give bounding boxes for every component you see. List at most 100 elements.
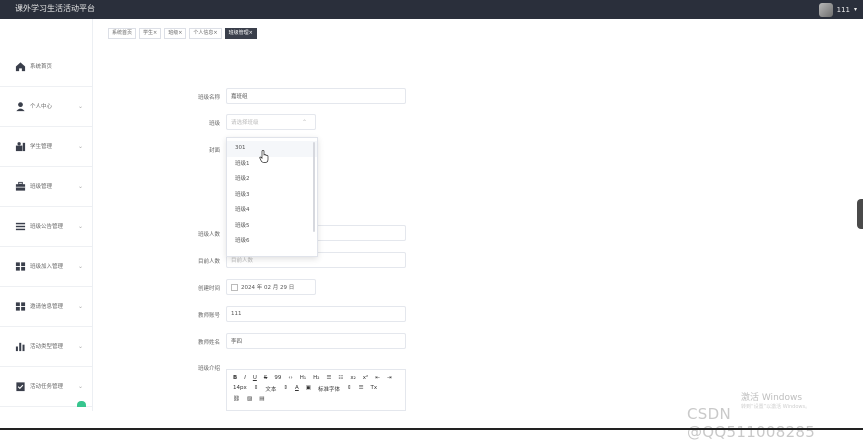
intro-editor[interactable]: B I U S 99 ‹› H₁ H₂ ☰ ☷ x₂ x² ⇤ ⇥ 14px ⇕… bbox=[226, 369, 406, 411]
sidebar-item-class-join[interactable]: 班级加入管理 ⌄ bbox=[0, 246, 92, 287]
top-bar: 课外学习生活活动平台 111 ▾ bbox=[0, 0, 863, 19]
editor-toolbar-row-2: 14px ⇕ 文本 ⇕ A ▣ 标准字体 ⇕ ☰ Tx bbox=[233, 385, 377, 393]
font-size-select[interactable]: 14px bbox=[233, 385, 247, 393]
sidebar: 系统首页 个人中心 ⌄ 学生管理 ⌄ 班级管理 ⌄ 班级公告管理 ⌄ 班级加入管… bbox=[0, 19, 93, 411]
outdent-button[interactable]: ⇤ bbox=[375, 375, 380, 381]
bullet-list-button[interactable]: ☷ bbox=[338, 375, 343, 381]
h1-button[interactable]: H₁ bbox=[300, 375, 306, 381]
tab-class-management[interactable]: 班级管理× bbox=[224, 28, 257, 39]
dropdown-option[interactable]: 班级6 bbox=[227, 234, 317, 250]
chevron-down-icon: ⌄ bbox=[78, 382, 84, 390]
teacher-name-value: 李四 bbox=[231, 339, 243, 345]
class-dropdown: 301 班级1 班级2 班级3 班级4 班级5 班级6 bbox=[226, 137, 318, 257]
dropdown-option[interactable]: 301 bbox=[227, 141, 317, 157]
align-button[interactable]: ☰ bbox=[359, 385, 364, 393]
sidebar-item-students[interactable]: 学生管理 ⌄ bbox=[0, 126, 92, 167]
link-icon[interactable]: ⛓ bbox=[233, 396, 240, 402]
ordered-list-button[interactable]: ☰ bbox=[326, 375, 331, 381]
tab-home[interactable]: 系统首页 bbox=[108, 28, 137, 39]
teacher-account-label: 教师账号 bbox=[197, 313, 220, 319]
created-date-value: 2024 年 02 月 29 日 bbox=[241, 285, 295, 291]
heading-select[interactable]: 文本 bbox=[265, 385, 276, 393]
tab-class[interactable]: 班级× bbox=[164, 28, 187, 39]
calendar-icon bbox=[231, 283, 238, 291]
strike-button[interactable]: S bbox=[264, 375, 268, 381]
sidebar-item-class-notices[interactable]: 班级公告管理 ⌄ bbox=[0, 206, 92, 247]
list-icon bbox=[15, 222, 26, 230]
dropdown-option[interactable]: 班级3 bbox=[227, 188, 317, 204]
current-size-label: 目前人数 bbox=[197, 259, 220, 265]
sidebar-item-invitations[interactable]: 邀请信息管理 ⌄ bbox=[0, 286, 92, 327]
indent-button[interactable]: ⇥ bbox=[387, 375, 392, 381]
created-label: 创建时间 bbox=[197, 286, 220, 292]
app-title: 课外学习生活活动平台 bbox=[15, 4, 95, 13]
created-date-field[interactable]: 2024 年 02 月 29 日 bbox=[226, 279, 316, 295]
font-family-select[interactable]: 标准字体 bbox=[318, 385, 340, 393]
teacher-account-field[interactable]: 111 bbox=[226, 306, 406, 322]
teacher-name-field[interactable]: 李四 bbox=[226, 333, 406, 349]
student-icon bbox=[15, 141, 26, 151]
teacher-name-label: 教师姓名 bbox=[197, 340, 220, 346]
h2-button[interactable]: H₂ bbox=[313, 375, 319, 381]
italic-button[interactable]: I bbox=[244, 375, 246, 381]
subscript-button[interactable]: x₂ bbox=[350, 375, 355, 381]
video-icon[interactable]: ▤ bbox=[259, 396, 264, 402]
sidebar-item-label: 学生管理 bbox=[30, 144, 53, 150]
chevron-down-icon[interactable]: ▾ bbox=[854, 6, 857, 13]
quote-button[interactable]: 99 bbox=[274, 375, 281, 381]
bold-button[interactable]: B bbox=[233, 375, 237, 381]
sidebar-item-classes[interactable]: 班级管理 ⌄ bbox=[0, 166, 92, 207]
chevron-down-icon: ⌄ bbox=[78, 222, 84, 230]
windows-activation-watermark: 激活 Windows bbox=[741, 393, 803, 403]
font-family-caret-icon: ⇕ bbox=[346, 385, 352, 391]
briefcase-icon bbox=[15, 181, 26, 191]
chevron-down-icon: ⌄ bbox=[78, 182, 84, 190]
sidebar-item-label: 班级管理 bbox=[30, 184, 53, 190]
font-size-caret-icon: ⇕ bbox=[253, 385, 259, 391]
background-color-button[interactable]: ▣ bbox=[306, 385, 311, 393]
chevron-down-icon: ⌄ bbox=[78, 142, 84, 150]
class-size-label: 班级人数 bbox=[197, 232, 220, 238]
tab-students[interactable]: 学生× bbox=[139, 28, 162, 39]
dropdown-option[interactable]: 班级1 bbox=[227, 157, 317, 173]
sidebar-item-label: 班级加入管理 bbox=[30, 264, 64, 270]
user-menu[interactable]: 111 ▾ bbox=[818, 1, 857, 18]
chevron-down-icon: ⌄ bbox=[78, 342, 84, 350]
sidebar-item-home[interactable]: 系统首页 bbox=[0, 46, 92, 87]
side-drawer-handle[interactable] bbox=[857, 199, 863, 229]
scroll-badge bbox=[77, 401, 86, 407]
sidebar-item-label: 活动任务管理 bbox=[30, 384, 64, 390]
chevron-down-icon: ⌄ bbox=[78, 262, 84, 270]
chevron-up-icon: ⌃ bbox=[301, 119, 307, 126]
class-name-value: 嘉班组 bbox=[231, 94, 248, 100]
sidebar-item-label: 邀请信息管理 bbox=[30, 304, 64, 310]
csdn-watermark: CSDN @QQ511008285 bbox=[687, 405, 816, 441]
cover-label: 封面 bbox=[208, 148, 220, 154]
image-icon[interactable]: ▨ bbox=[247, 396, 252, 402]
font-color-button[interactable]: A bbox=[295, 385, 299, 393]
editor-toolbar-row-3: ⛓ ▨ ▤ bbox=[233, 396, 264, 402]
clear-format-button[interactable]: Tx bbox=[371, 385, 378, 393]
superscript-button[interactable]: x² bbox=[363, 375, 368, 381]
dropdown-option[interactable]: 班级4 bbox=[227, 203, 317, 219]
user-icon bbox=[16, 101, 25, 111]
class-name-field[interactable]: 嘉班组 bbox=[226, 88, 406, 104]
dropdown-option[interactable]: 班级2 bbox=[227, 172, 317, 188]
grid-icon bbox=[15, 301, 26, 311]
code-button[interactable]: ‹› bbox=[288, 375, 292, 381]
intro-label: 班级介绍 bbox=[197, 366, 220, 372]
class-name-label: 班级名称 bbox=[197, 95, 220, 101]
sidebar-item-label: 系统首页 bbox=[30, 64, 53, 70]
class-select[interactable]: 请选择班级 ⌃ bbox=[226, 114, 316, 130]
avatar[interactable] bbox=[818, 2, 833, 17]
user-name: 111 bbox=[836, 5, 850, 14]
dropdown-option[interactable]: 班级5 bbox=[227, 219, 317, 235]
bottom-divider bbox=[0, 428, 863, 430]
sidebar-item-personal[interactable]: 个人中心 ⌄ bbox=[0, 86, 92, 127]
grid-icon bbox=[15, 261, 26, 271]
dropdown-scrollbar[interactable] bbox=[313, 142, 315, 232]
sidebar-item-activity-types[interactable]: 活动类型管理 ⌄ bbox=[0, 326, 92, 367]
tab-profile[interactable]: 个人信息× bbox=[189, 28, 222, 39]
sidebar-item-label: 活动类型管理 bbox=[30, 344, 64, 350]
underline-button[interactable]: U bbox=[253, 375, 257, 381]
